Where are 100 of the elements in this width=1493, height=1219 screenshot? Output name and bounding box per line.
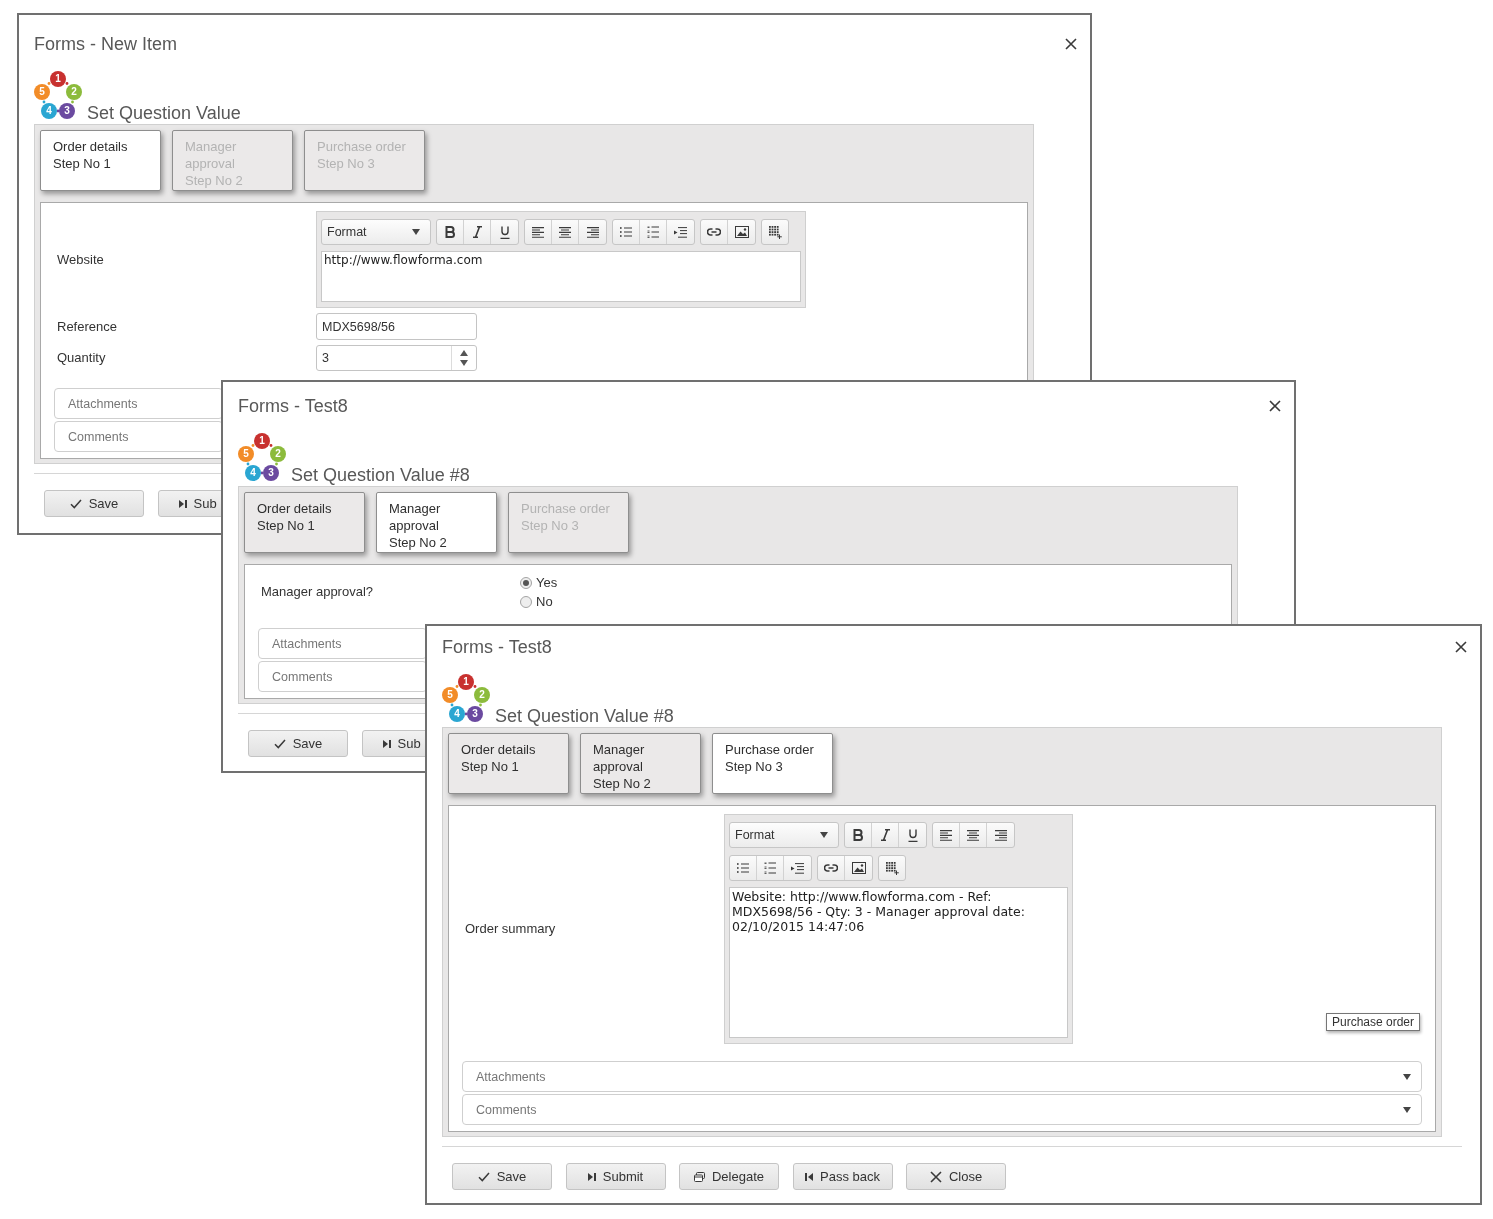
align-center-icon bbox=[967, 829, 979, 841]
align-right-icon bbox=[586, 226, 599, 238]
number-circle: 2 bbox=[66, 84, 82, 100]
delegate-button[interactable]: Delegate bbox=[679, 1163, 779, 1190]
bold-icon bbox=[853, 829, 863, 841]
number-circle: 4 bbox=[41, 103, 57, 119]
format-dropdown[interactable]: Format bbox=[321, 219, 431, 245]
insert-table-button[interactable] bbox=[761, 219, 789, 245]
numbered-list-icon bbox=[764, 862, 776, 874]
collapsible-header[interactable]: Attachments bbox=[258, 628, 427, 659]
window-title: Forms - Test8 bbox=[238, 395, 348, 418]
spinner-arrows-icon[interactable] bbox=[460, 350, 468, 366]
underline-icon bbox=[499, 225, 510, 239]
radio-icon[interactable] bbox=[520, 595, 532, 608]
check-icon bbox=[273, 738, 286, 749]
skip-back-icon bbox=[805, 1172, 813, 1181]
insert-table-button[interactable] bbox=[878, 855, 906, 881]
number-circle: 1 bbox=[254, 433, 270, 449]
window-title: Forms - Test8 bbox=[442, 636, 552, 659]
number-circle: 3 bbox=[263, 465, 279, 481]
number-circle: 2 bbox=[270, 446, 286, 462]
align-left-icon bbox=[532, 226, 544, 238]
collapsible-header[interactable]: Comments bbox=[54, 421, 223, 452]
radio-option[interactable]: Yes bbox=[520, 573, 558, 592]
form-heading: Set Question Value #8 bbox=[291, 464, 470, 486]
radio-option[interactable]: No bbox=[520, 592, 558, 611]
step-tab[interactable]: Order details Step No 1 bbox=[244, 492, 365, 553]
form-heading: Set Question Value bbox=[87, 102, 241, 124]
skip-next-icon bbox=[178, 499, 187, 508]
number-circle: 4 bbox=[245, 465, 261, 481]
link-icon bbox=[824, 864, 838, 872]
bullet-list-icon bbox=[620, 227, 632, 237]
number-circle: 5 bbox=[238, 446, 254, 462]
submit-button[interactable]: Submit bbox=[565, 1163, 666, 1190]
window-close-button[interactable] bbox=[1065, 38, 1077, 50]
field-label: Order summary bbox=[465, 921, 556, 937]
window-close-button[interactable] bbox=[1269, 400, 1281, 412]
image-icon bbox=[851, 862, 866, 874]
numbered-list-icon bbox=[647, 226, 659, 238]
save-button[interactable]: Save bbox=[452, 1163, 552, 1190]
indent-icon bbox=[791, 862, 804, 874]
align-center-icon bbox=[559, 226, 571, 238]
check-icon bbox=[477, 1171, 490, 1182]
table-grid-icon bbox=[885, 861, 899, 875]
table-grid-icon bbox=[768, 225, 782, 239]
save-button[interactable]: Save bbox=[44, 490, 144, 517]
number-circle: 1 bbox=[458, 674, 474, 690]
skip-next-icon bbox=[587, 1172, 596, 1181]
text-input[interactable]: MDX5698/56 bbox=[316, 313, 477, 340]
check-icon bbox=[69, 498, 82, 509]
tooltip: Purchase order bbox=[1326, 1013, 1421, 1031]
close-button[interactable]: Close bbox=[906, 1163, 1006, 1190]
caret-icon bbox=[1403, 1106, 1411, 1113]
submit-button[interactable]: Sub bbox=[157, 490, 224, 517]
step-tab[interactable]: Manager approval Step No 2 bbox=[376, 492, 497, 553]
field-label: Reference bbox=[57, 318, 117, 335]
bold-icon bbox=[445, 226, 455, 238]
close-icon bbox=[929, 1170, 942, 1183]
step-tab[interactable]: Purchase order Step No 3 bbox=[712, 733, 833, 794]
collapsible-header[interactable]: Attachments bbox=[462, 1061, 1422, 1092]
save-button[interactable]: Save bbox=[248, 730, 348, 757]
bullet-list-icon bbox=[737, 863, 749, 873]
field-label: Manager approval? bbox=[261, 584, 374, 600]
italic-icon bbox=[880, 829, 890, 841]
number-circle: 3 bbox=[467, 706, 483, 722]
format-dropdown[interactable]: Format bbox=[729, 822, 839, 848]
image-icon bbox=[734, 226, 749, 238]
pass-back-button[interactable]: Pass back bbox=[792, 1163, 893, 1190]
caret-icon bbox=[412, 229, 420, 235]
editor-text-area[interactable]: Website: http://www.flowforma.com - Ref: MDX5698/56 - Qty: 3 - Manager approval date: 02/10/2015 14:47:06 bbox=[729, 887, 1068, 1038]
submit-button[interactable]: Sub bbox=[361, 730, 428, 757]
number-circle: 5 bbox=[34, 84, 50, 100]
caret-icon bbox=[820, 832, 828, 838]
step-tab[interactable]: Order details Step No 1 bbox=[448, 733, 569, 794]
number-circle: 2 bbox=[474, 687, 490, 703]
number-circle: 3 bbox=[59, 103, 75, 119]
number-circle: 5 bbox=[442, 687, 458, 703]
skip-next-icon bbox=[382, 739, 391, 748]
close-icon bbox=[1455, 641, 1467, 653]
step-tab[interactable]: Order details Step No 1 bbox=[40, 130, 161, 191]
align-right-icon bbox=[994, 829, 1007, 841]
field-label: Quantity bbox=[57, 350, 106, 366]
underline-icon bbox=[907, 828, 918, 842]
link-icon bbox=[707, 228, 721, 236]
collapsible-header[interactable]: Comments bbox=[258, 661, 427, 692]
close-icon bbox=[1065, 38, 1077, 50]
form-heading: Set Question Value #8 bbox=[495, 705, 674, 727]
italic-icon bbox=[472, 226, 482, 238]
stacked-windows-icon bbox=[693, 1171, 705, 1182]
caret-icon bbox=[1403, 1073, 1411, 1080]
collapsible-header[interactable]: Attachments bbox=[54, 388, 223, 419]
editor-text-area[interactable]: http://www.flowforma.com bbox=[321, 251, 801, 302]
window-title: Forms - New Item bbox=[34, 33, 177, 56]
collapsible-header[interactable]: Comments bbox=[462, 1094, 1422, 1125]
radio-icon[interactable] bbox=[520, 576, 532, 589]
number-input[interactable]: 3 bbox=[316, 345, 477, 371]
close-icon bbox=[1269, 400, 1281, 412]
window-close-button[interactable] bbox=[1455, 641, 1467, 653]
align-left-icon bbox=[940, 829, 952, 841]
step-tab[interactable]: Manager approval Step No 2 bbox=[580, 733, 701, 794]
